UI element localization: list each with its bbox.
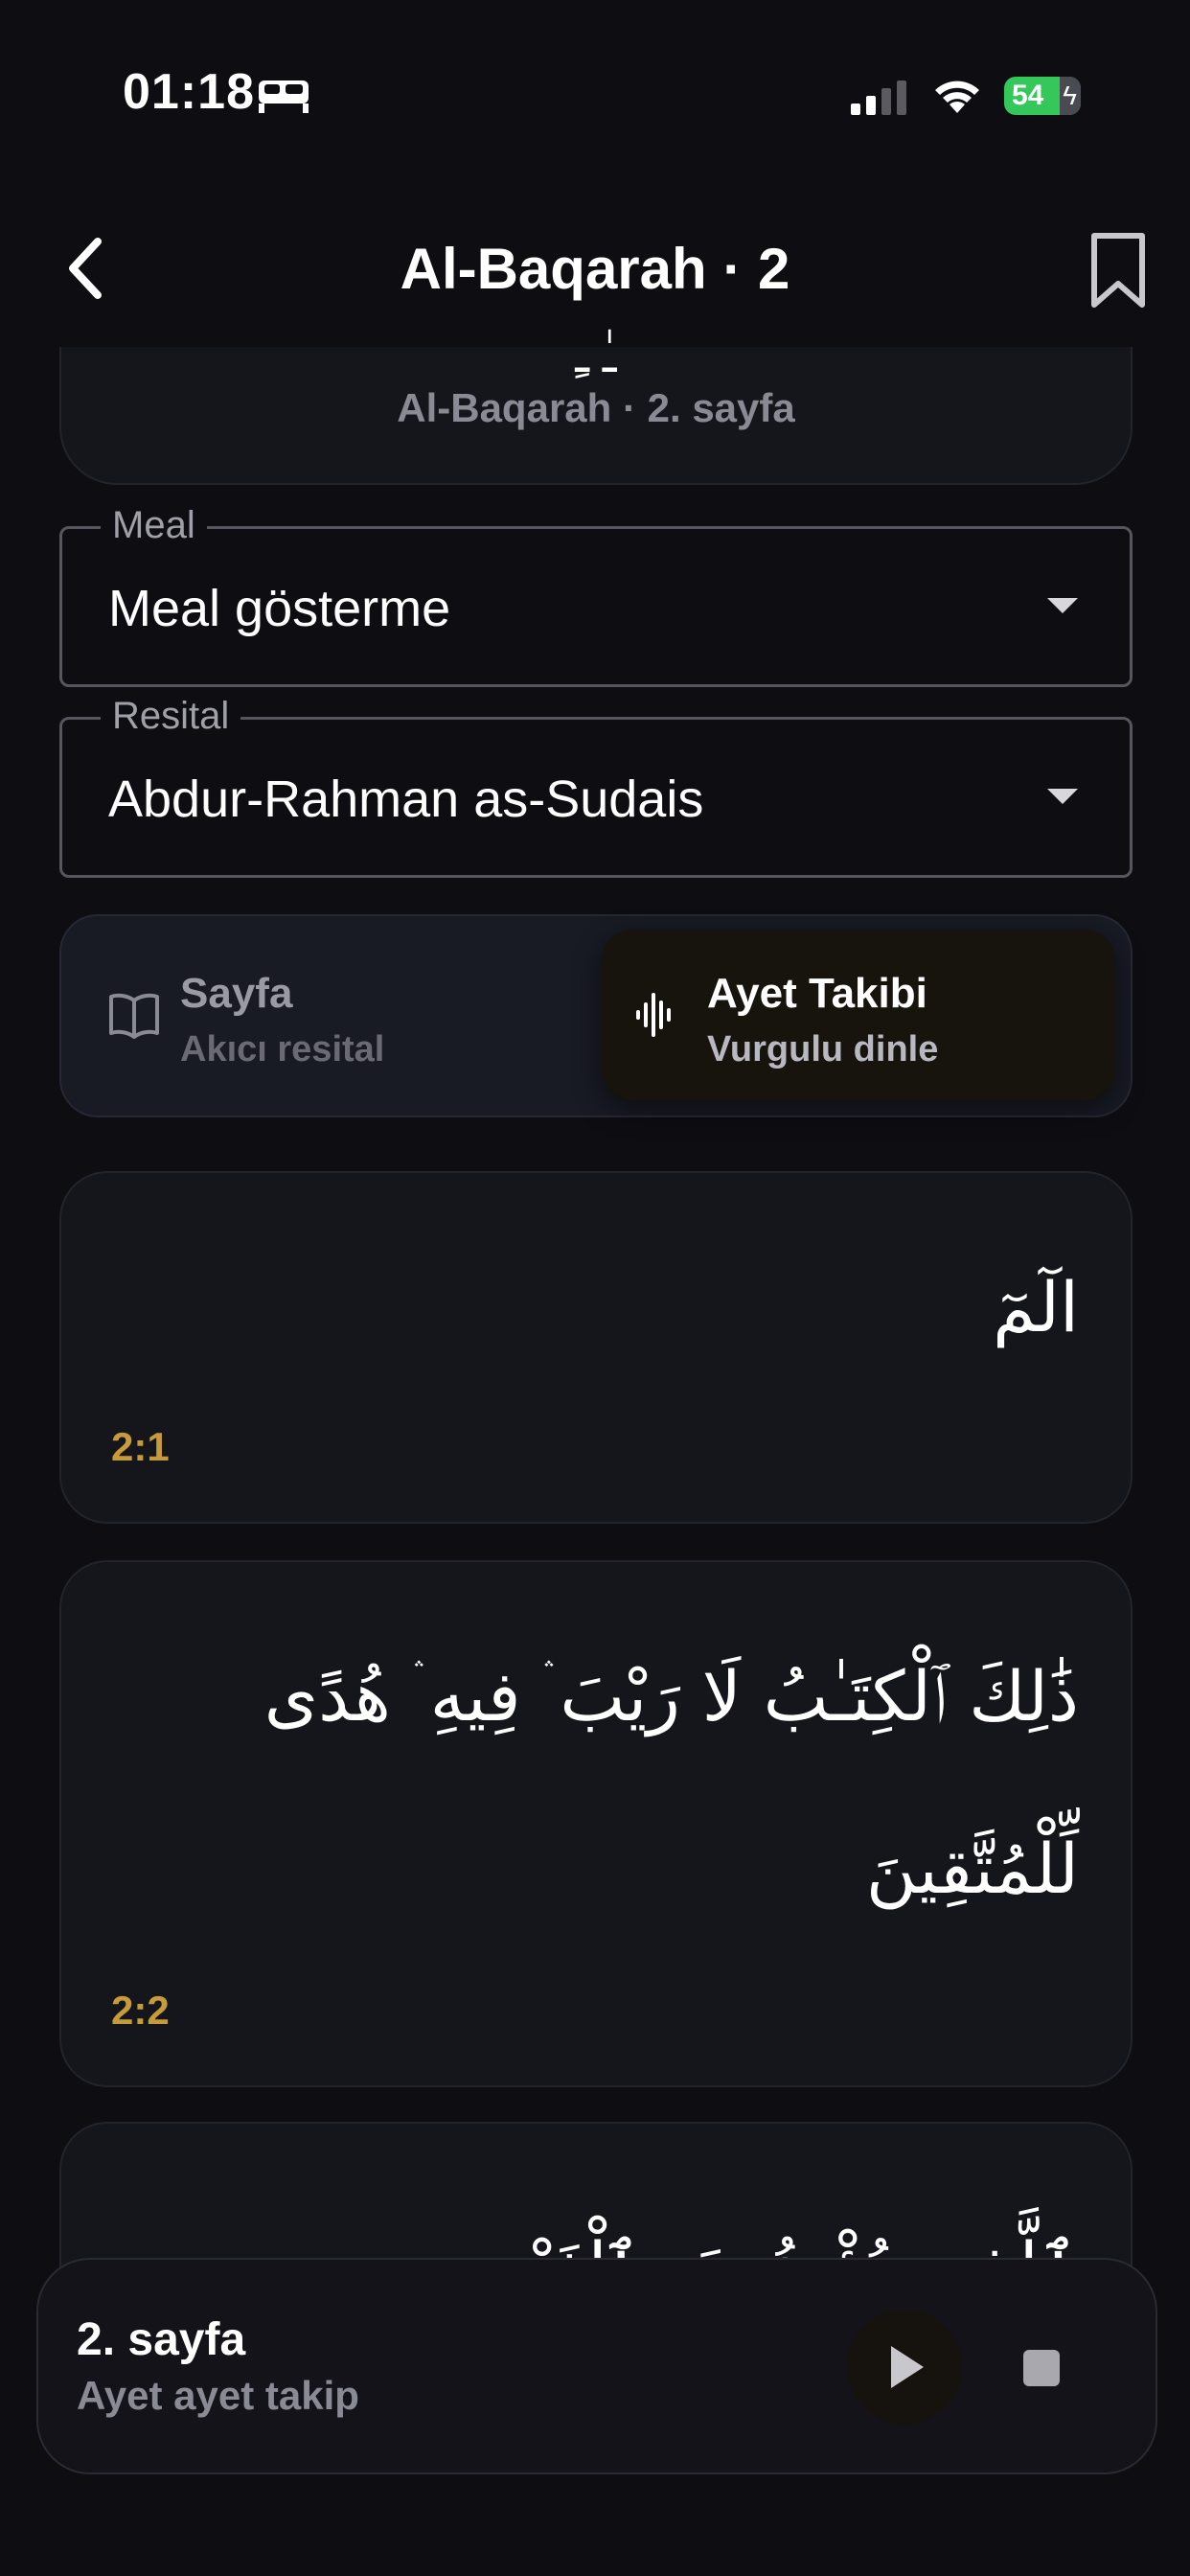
stop-button[interactable]	[1023, 2350, 1060, 2386]
resital-value: Abdur-Rahman as-Sudais	[108, 770, 704, 828]
play-button[interactable]	[847, 2310, 962, 2425]
bookmark-button[interactable]	[1085, 228, 1152, 314]
page-info-subtitle: Al-Baqarah · 2. sayfa	[397, 385, 795, 430]
playback-mode-toggle: Sayfa Akıcı resital Ayet Takibi Vurgulu …	[59, 914, 1133, 1117]
meal-dropdown[interactable]: Meal Meal gösterme	[59, 504, 1133, 687]
verse-arabic-text: الٓمٓ	[993, 1267, 1079, 1347]
resital-label: Resital	[101, 695, 241, 738]
play-icon	[891, 2346, 924, 2388]
meal-value: Meal gösterme	[108, 580, 451, 637]
cellular-signal-icon	[851, 80, 906, 115]
nav-header: Al-Baqarah · 2	[0, 211, 1190, 326]
resital-dropdown[interactable]: Resital Abdur-Rahman as-Sudais	[59, 695, 1133, 878]
status-bar: 01:18 54 ϟ	[0, 0, 1190, 192]
mode-page-option[interactable]: Sayfa Akıcı resital	[75, 930, 592, 1100]
verse-arabic-text: ذَٰلِكَ ٱلْكِتَـٰبُ لَا رَيْبَ ۛ فِيهِ ۛ…	[263, 1656, 1079, 1909]
mode-page-subtitle: Akıcı resital	[180, 1029, 385, 1070]
bookmark-icon	[1091, 233, 1145, 308]
audio-player-bar: 2. sayfa Ayet ayet takip	[36, 2258, 1157, 2474]
mode-ayet-title: Ayet Takibi	[707, 970, 927, 1017]
clipped-arabic-text: ـٰ ـِ	[575, 329, 617, 382]
dropdown-caret-icon	[1047, 598, 1078, 613]
mode-ayet-subtitle: Vurgulu dinle	[707, 1029, 939, 1070]
page-info-card: ـٰ ـِ Al-Baqarah · 2. sayfa	[59, 329, 1133, 485]
charging-bolt-icon: ϟ	[1063, 80, 1077, 110]
player-title: 2. sayfa	[77, 2314, 246, 2365]
battery-level: 54	[1012, 80, 1044, 111]
meal-label: Meal	[101, 504, 207, 547]
mode-page-title: Sayfa	[180, 970, 293, 1017]
status-time: 01:18	[123, 64, 255, 120]
verse-card[interactable]: ذَٰلِكَ ٱلْكِتَـٰبُ لَا رَيْبَ ۛ فِيهِ ۛ…	[59, 1560, 1133, 2087]
dropdown-caret-icon	[1047, 789, 1078, 804]
page-title: Al-Baqarah · 2	[400, 237, 790, 301]
verse-reference: 2:1	[111, 1424, 170, 1469]
battery-indicator: 54 ϟ	[1004, 77, 1081, 115]
verse-card[interactable]: الٓمٓ 2:1	[59, 1171, 1133, 1524]
sleep-focus-icon	[259, 80, 309, 113]
mode-ayet-option[interactable]: Ayet Takibi Vurgulu dinle	[602, 930, 1115, 1100]
verse-reference: 2:2	[111, 1988, 170, 2033]
wifi-icon	[935, 80, 979, 113]
open-book-icon	[109, 993, 159, 1039]
player-subtitle: Ayet ayet takip	[77, 2373, 359, 2418]
waveform-icon	[636, 993, 671, 1037]
